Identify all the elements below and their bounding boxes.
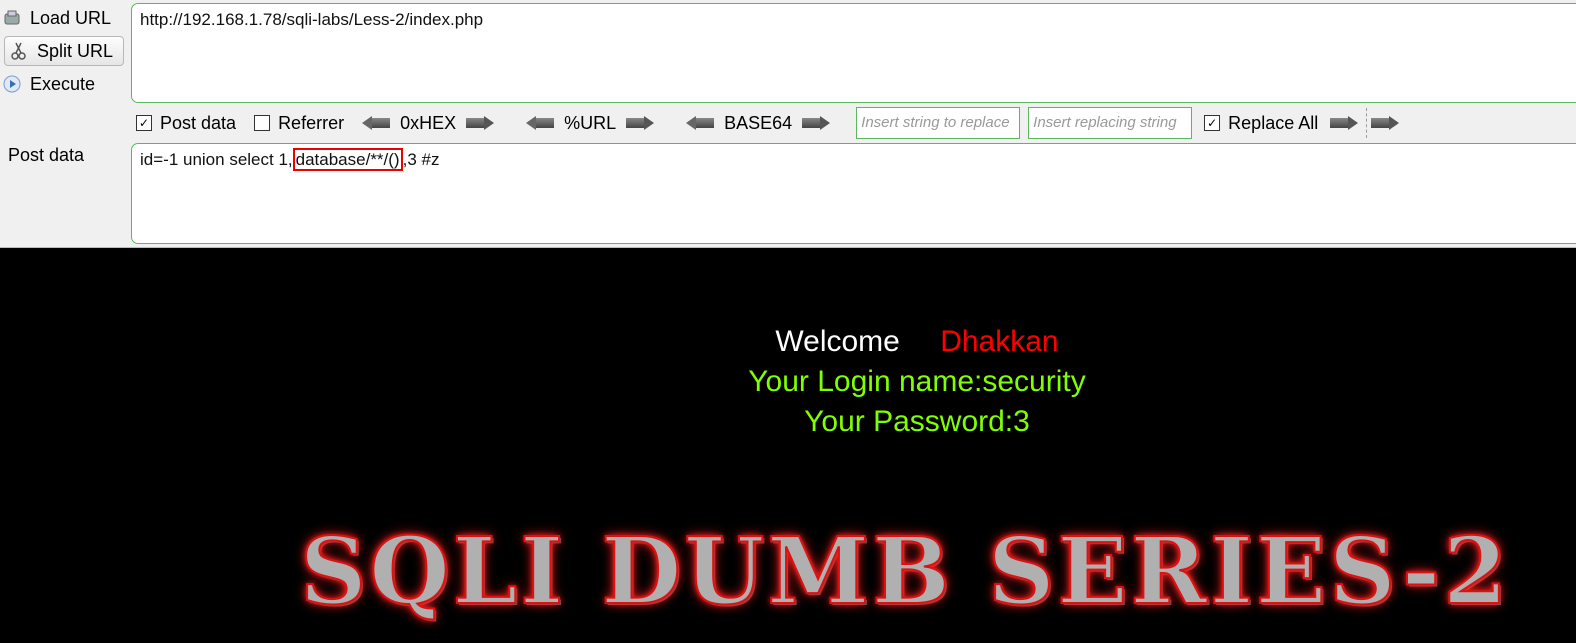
post-data-checkbox-label: Post data — [160, 112, 237, 133]
checkbox-unchecked-icon — [254, 115, 271, 131]
referrer-checkbox-label: Referrer — [278, 112, 345, 133]
base64-encoder: BASE64 — [686, 112, 831, 134]
base64-encode-arrow-icon[interactable] — [802, 116, 831, 130]
split-url-button[interactable]: Split URL — [4, 36, 124, 66]
hex-encode-arrow-icon[interactable] — [466, 116, 495, 130]
load-url-label: Load URL — [30, 7, 112, 28]
options-row: ✓ Post data Referrer 0xHEX %URL BASE64 I… — [136, 105, 1400, 141]
url-decode-arrow-icon[interactable] — [526, 116, 555, 130]
post-data-checkbox[interactable]: ✓ Post data — [136, 113, 236, 134]
execute-label: Execute — [30, 73, 96, 94]
welcome-line: Welcome Dhakkan — [0, 325, 1576, 359]
post-data-text-after: ,3 #z — [402, 150, 440, 169]
load-url-button[interactable]: Load URL — [2, 3, 111, 33]
url-label: %URL — [564, 112, 617, 133]
welcome-text: Welcome — [775, 325, 900, 358]
url-field[interactable]: http://192.168.1.78/sqli-labs/Less-2/ind… — [131, 3, 1576, 103]
post-data-text-before: id=-1 union select 1, — [140, 150, 293, 169]
post-data-label: Post data — [8, 145, 85, 165]
url-encode-arrow-icon[interactable] — [626, 116, 655, 130]
load-url-icon — [2, 8, 22, 28]
login-name-line: Your Login name:security — [748, 365, 1086, 398]
hex-decode-arrow-icon[interactable] — [362, 116, 391, 130]
post-data-field[interactable]: id=-1 union select 1, database/**/() ,3 #z — [131, 143, 1576, 244]
checkbox-checked-icon: ✓ — [136, 115, 152, 131]
replace-reverse-arrow-icon[interactable] — [1371, 116, 1400, 130]
highlighted-payload: database/**/() — [292, 148, 403, 171]
replace-arrow-icon[interactable] — [1330, 116, 1359, 130]
execute-button[interactable]: Execute — [2, 69, 95, 99]
insert-replacing-input[interactable]: Insert replacing string — [1028, 107, 1193, 139]
insert-string-input[interactable]: Insert string to replace — [856, 107, 1021, 139]
series-banner: SQLI DUMB SERIES-2 — [299, 516, 1511, 626]
hex-label: 0xHEX — [400, 112, 457, 133]
hackbar-toolbar: Load URL Split URL Execute http://192.16… — [0, 0, 1576, 248]
checkbox-checked-icon: ✓ — [1204, 115, 1221, 131]
url-encoder: %URL — [526, 112, 655, 134]
replace-all-label: Replace All — [1228, 112, 1319, 133]
play-icon — [2, 74, 22, 94]
page-content: Welcome Dhakkan Your Login name:security… — [0, 248, 1576, 643]
base64-label: BASE64 — [724, 112, 793, 133]
base64-decode-arrow-icon[interactable] — [686, 116, 715, 130]
referrer-checkbox[interactable]: Referrer — [254, 113, 344, 134]
user-name: Dhakkan — [940, 325, 1059, 358]
password-line: Your Password:3 — [804, 405, 1030, 438]
split-url-label: Split URL — [37, 40, 114, 61]
replace-all-checkbox[interactable]: ✓ Replace All — [1204, 113, 1318, 134]
divider — [1366, 108, 1368, 138]
hex-encoder: 0xHEX — [362, 112, 495, 134]
scissors-icon — [9, 41, 29, 61]
